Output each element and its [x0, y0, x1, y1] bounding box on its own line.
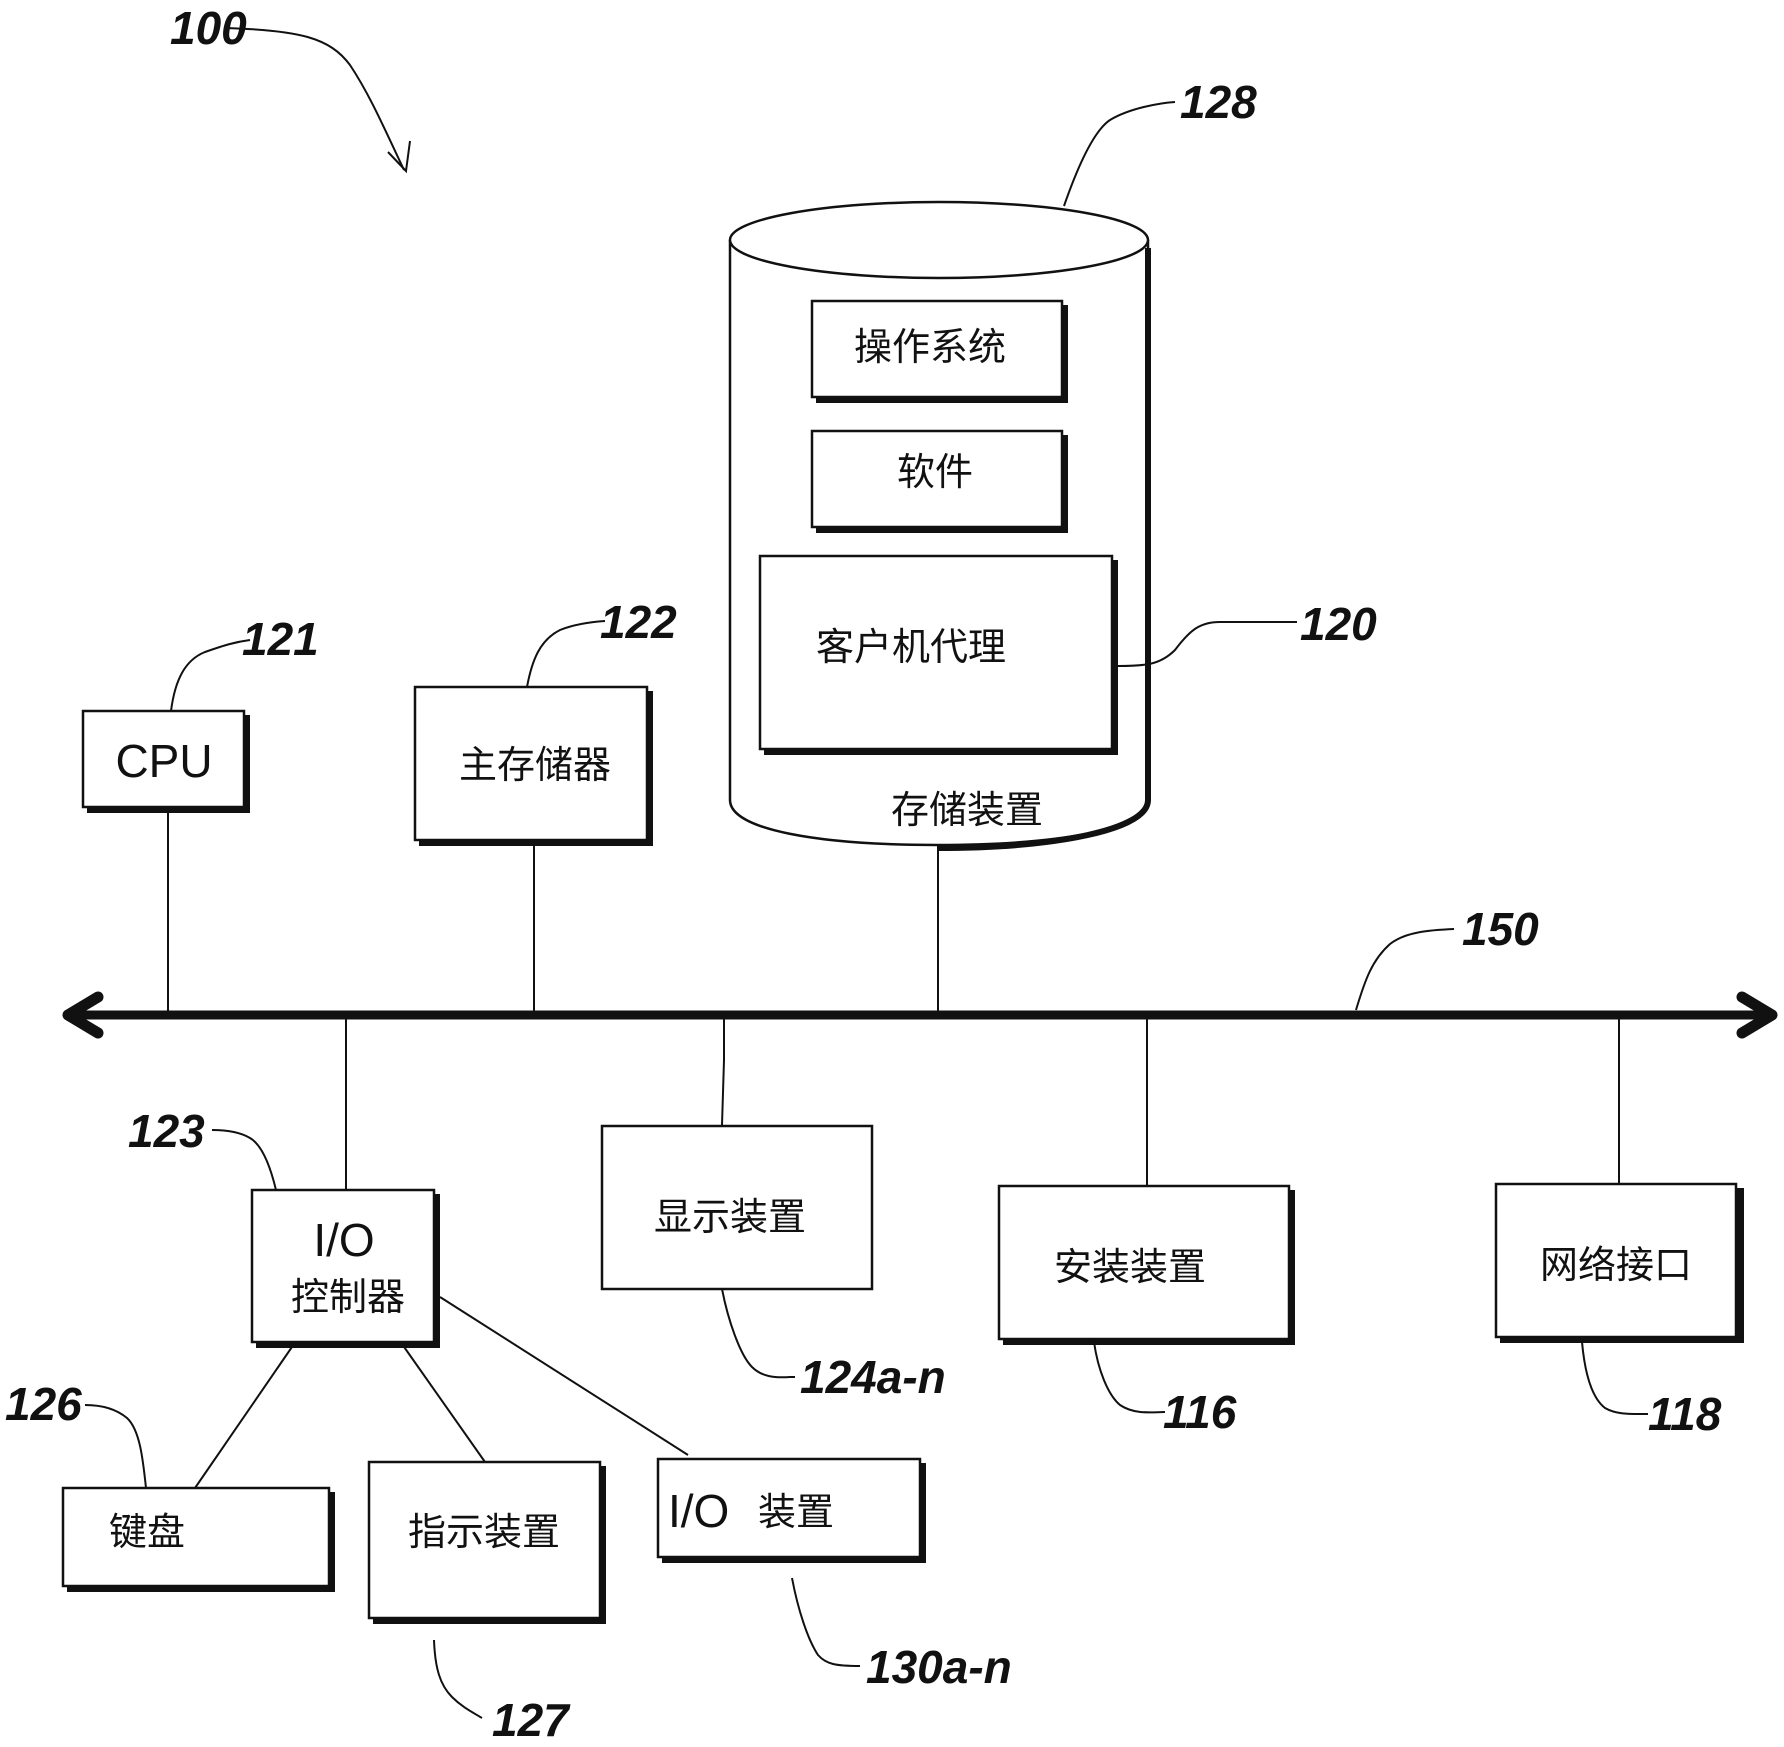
pointing-device: 指示装置 127 [367, 1460, 606, 1746]
display-device: 显示装置 124a-n [600, 1018, 946, 1403]
client-agent-module-label: 客户机代理 [816, 625, 1006, 669]
io-to-pointing-link [401, 1343, 486, 1463]
storage-cylinder-top [728, 200, 1150, 280]
pointing-device-ref-leader [433, 1639, 483, 1719]
network-interface-label: 网络接口 [1540, 1243, 1692, 1287]
io-controller-label-line2: 控制器 [291, 1275, 405, 1319]
client-agent-module: 客户机代理 [758, 554, 1118, 755]
system-bus-ref-label: 150 [1462, 903, 1539, 955]
display-bus-link [721, 1018, 725, 1126]
keyboard-ref-label: 126 [5, 1378, 82, 1430]
io-to-keyboard-link [194, 1343, 295, 1489]
keyboard: 键盘 126 [5, 1378, 335, 1592]
network-interface: 网络接口 118 [1494, 1018, 1744, 1440]
display-ref-label: 124a-n [800, 1351, 946, 1403]
os-module-label: 操作系统 [854, 325, 1006, 369]
storage-device-label: 存储装置 [891, 788, 1043, 832]
install-device-ref-leader [1093, 1341, 1166, 1414]
keyboard-label: 键盘 [109, 1510, 185, 1554]
storage-device: 存储装置 操作系统 软件 客户机代理 [728, 200, 1151, 851]
software-module-label: 软件 [897, 450, 973, 494]
display-device-label: 显示装置 [654, 1195, 806, 1239]
install-device-ref-label: 116 [1163, 1386, 1237, 1438]
io-to-io-device-link [439, 1296, 689, 1456]
io-device-label-prefix: I/O [668, 1485, 729, 1537]
io-device: I/O 装置 130a-n [656, 1457, 1012, 1693]
figure-ref-arrow-line [223, 27, 405, 171]
os-module: 操作系统 [810, 299, 1068, 403]
cpu-label: CPU [115, 735, 212, 787]
io-controller-ref-leader [211, 1129, 277, 1191]
cpu: CPU 121 [81, 613, 319, 1013]
storage-ref-leader [1063, 101, 1176, 207]
pointing-device-ref-label: 127 [492, 1694, 571, 1746]
install-device-label: 安装装置 [1054, 1245, 1206, 1289]
keyboard-box [61, 1486, 331, 1588]
install-device: 安装装置 116 [997, 1018, 1295, 1438]
cpu-ref-label: 121 [242, 613, 319, 665]
system-bus: 150 [62, 903, 1778, 1039]
network-interface-ref-label: 118 [1648, 1388, 1722, 1440]
io-device-label-suffix: 装置 [758, 1490, 834, 1534]
main-memory-label: 主存储器 [459, 743, 611, 787]
storage-ref-label: 128 [1180, 76, 1257, 128]
display-ref-leader [721, 1288, 795, 1379]
io-controller-label-line1: I/O [313, 1214, 374, 1266]
system-block-diagram: 100 存储装置 操作系统 软件 客户机代理 128 120 CPU 121 主… [5, 2, 1778, 1746]
io-controller-box [250, 1188, 436, 1344]
pointing-device-label: 指示装置 [408, 1510, 560, 1554]
network-interface-ref-leader [1581, 1341, 1649, 1416]
keyboard-ref-leader [84, 1404, 147, 1489]
main-memory-ref-leader [526, 620, 606, 688]
client-agent-ref-label: 120 [1300, 598, 1377, 650]
main-memory: 主存储器 122 [413, 596, 677, 1013]
main-memory-ref-label: 122 [600, 596, 677, 648]
io-device-ref-label: 130a-n [866, 1641, 1012, 1693]
system-bus-ref-leader [1355, 928, 1455, 1011]
io-device-ref-leader [791, 1577, 861, 1667]
figure-ref-100: 100 [170, 2, 411, 174]
cpu-ref-leader [170, 639, 251, 712]
figure-ref-arrowhead-icon [387, 140, 411, 174]
io-controller-ref-label: 123 [128, 1105, 205, 1157]
software-module: 软件 [810, 429, 1068, 533]
